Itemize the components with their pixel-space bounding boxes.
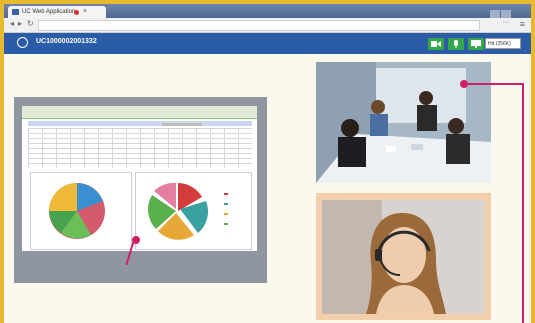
pie-chart-2	[135, 172, 252, 250]
spreadsheet-view	[22, 106, 257, 251]
agent-photo	[316, 193, 491, 320]
browser-window: UC Web Application × ◂ ▸ ↻ ◦◦◦ ≡ UC10000…	[0, 0, 535, 323]
recording-indicator-icon	[74, 10, 79, 15]
microphone-icon	[454, 40, 458, 48]
window-controls	[489, 6, 525, 37]
sheet-grid	[28, 128, 252, 168]
participant-video-agent[interactable]	[316, 193, 491, 320]
extension-icons[interactable]: ◦◦◦	[503, 20, 509, 26]
conference-area	[4, 54, 531, 323]
close-tab-icon[interactable]: ×	[83, 6, 87, 18]
sheet-header-row	[28, 121, 252, 126]
meeting-id: UC1000002001332	[36, 38, 97, 45]
browser-tab-bar: UC Web Application ×	[4, 4, 531, 37]
url-field[interactable]	[38, 20, 480, 31]
camera-button[interactable]	[428, 38, 444, 50]
browser-tab[interactable]: UC Web Application ×	[8, 6, 106, 18]
annotation-line-video-h	[468, 83, 524, 85]
app-logo-icon	[17, 37, 28, 48]
microphone-button[interactable]	[448, 38, 464, 50]
tab-title: UC Web Application	[22, 9, 76, 15]
shared-screen[interactable]	[14, 97, 267, 283]
annotation-line-video-v	[522, 83, 524, 323]
spreadsheet-ribbon	[22, 106, 257, 119]
annotation-marker-video	[460, 80, 468, 88]
camera-icon	[431, 41, 441, 47]
app-favicon-icon	[12, 9, 19, 15]
menu-icon[interactable]: ≡	[520, 19, 525, 29]
pie-graphic-1	[49, 183, 105, 239]
screen-share-button[interactable]	[468, 38, 484, 50]
forward-icon[interactable]: ▸	[18, 19, 22, 28]
pie-graphic-2	[148, 182, 228, 240]
app-header: UC1000002001332 Hd (256K)	[4, 33, 531, 54]
pie-chart-1	[30, 172, 132, 250]
reload-icon[interactable]: ↻	[27, 19, 34, 28]
formula-box	[162, 123, 202, 126]
quality-select[interactable]: Hd (256K)	[485, 38, 521, 49]
back-icon[interactable]: ◂	[10, 19, 14, 28]
address-bar: ◂ ▸ ↻ ◦◦◦ ≡	[4, 18, 531, 33]
monitor-icon	[471, 40, 481, 48]
